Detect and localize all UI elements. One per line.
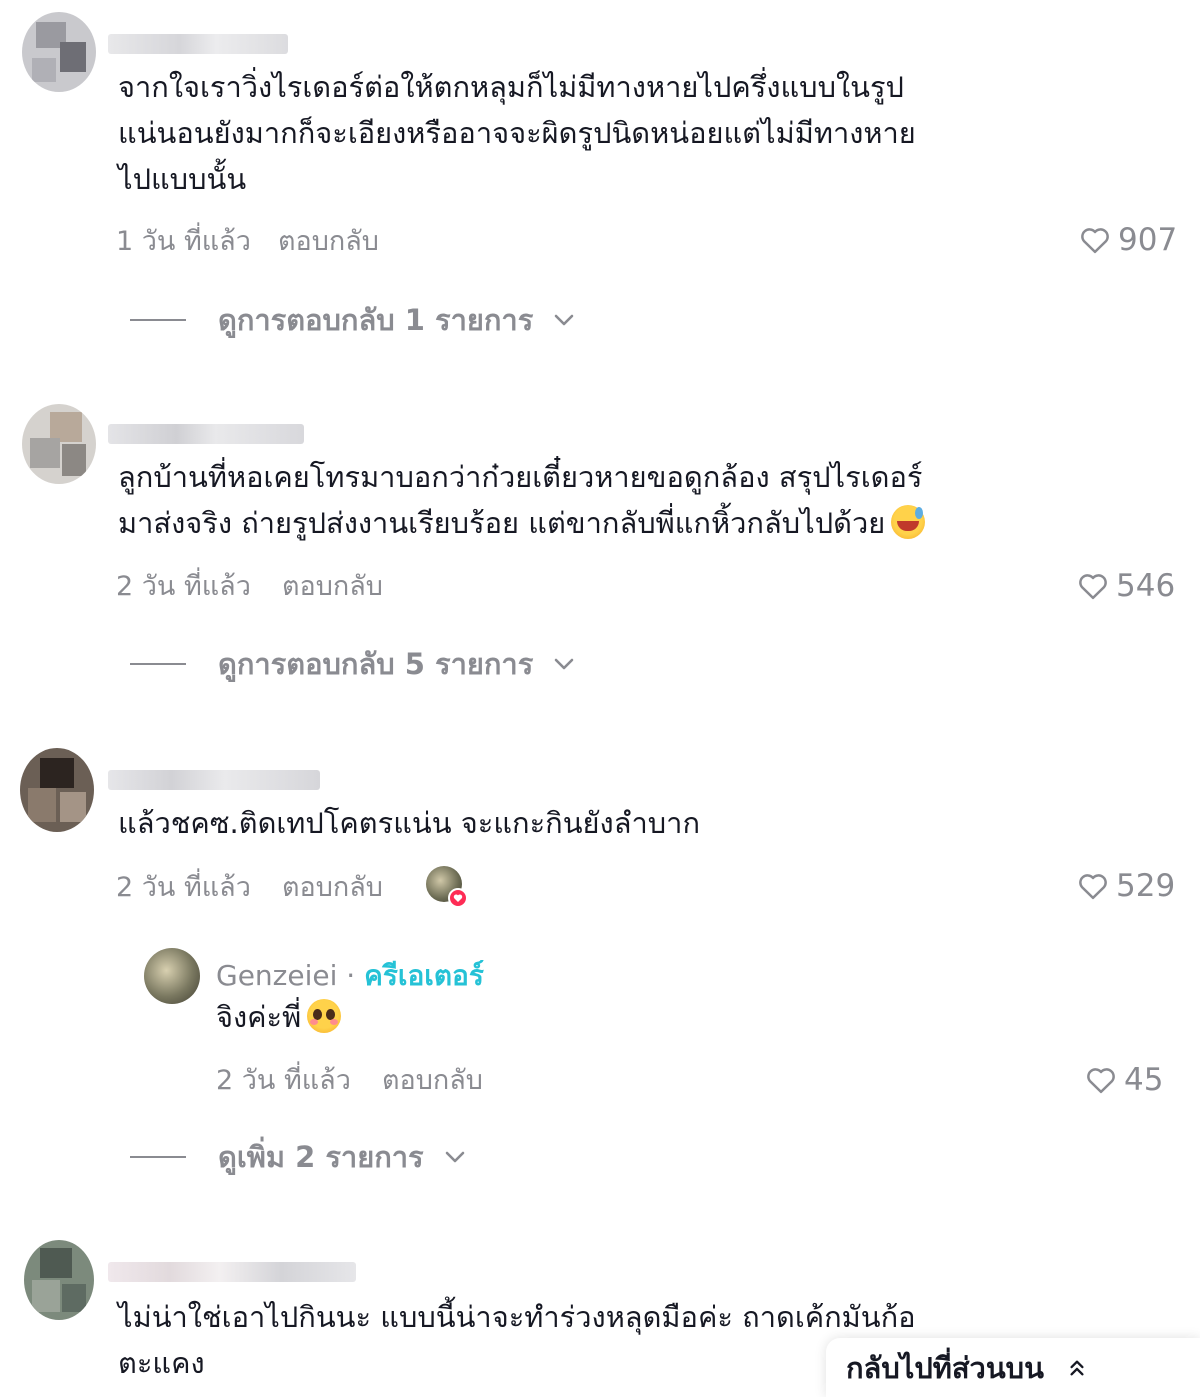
heart-outline-icon (1079, 574, 1107, 600)
comment-text-line: แน่นอนยังมากก็จะเอียงหรืออาจจะผิดรูปนิดห… (118, 116, 916, 150)
comment-text-line: ลูกบ้านที่หอเคยโทรมาบอกว่าก๋วยเตี๋ยวหายข… (118, 460, 923, 494)
pleading-face-emoji-icon (307, 999, 342, 1033)
avatar[interactable] (22, 12, 96, 92)
reply-text-span: จิงค่ะพี่ (216, 1000, 302, 1034)
like-button[interactable]: 45 (1086, 1062, 1163, 1098)
divider-line (130, 1156, 186, 1158)
view-more-button[interactable]: ดูเพิ่ม 2 รายการ (130, 1134, 466, 1180)
reply-button[interactable]: ตอบกลับ (382, 1058, 483, 1101)
view-replies-button[interactable]: ดูการตอบกลับ 5 รายการ (130, 641, 575, 687)
heart-outline-icon (1079, 874, 1107, 900)
chevron-down-icon (554, 658, 574, 670)
like-count: 45 (1124, 1062, 1164, 1098)
comment-text-span: มาส่งจริง ถ่ายรูปส่งงานเรียบร้อย แต่ขากล… (118, 506, 886, 540)
username-blurred[interactable] (108, 34, 288, 54)
creator-liked-avatar (426, 866, 468, 908)
comment-text-line: ไม่น่าใช่เอาไปกินนะ แบบนี้น่าจะทำร่วงหลุ… (118, 1300, 916, 1334)
view-replies-label: ดูการตอบกลับ 5 รายการ (218, 647, 534, 681)
comment-text-line: แล้วชคซ.ติดเทปโคตรแน่น จะแกะกินยังลำบาก (118, 806, 701, 840)
username-blurred[interactable] (108, 424, 304, 444)
back-to-top-label: กลับไปที่ส่วนบน (846, 1350, 1044, 1385)
comment-timestamp: 2 วัน ที่แล้ว (116, 571, 251, 602)
reply-button[interactable]: ตอบกลับ (282, 564, 383, 607)
username-blurred[interactable] (108, 1262, 356, 1282)
reply-timestamp: 2 วัน ที่แล้ว (216, 1065, 351, 1096)
comment-text-line: ไปแบบนั้น (118, 162, 247, 196)
comment-timestamp: 2 วัน ที่แล้ว (116, 872, 251, 903)
view-replies-button[interactable]: ดูการตอบกลับ 1 รายการ (130, 297, 575, 343)
like-button[interactable]: 907 (1080, 222, 1177, 258)
like-button[interactable]: 529 (1078, 868, 1175, 904)
view-more-label: ดูเพิ่ม 2 รายการ (218, 1140, 424, 1174)
creator-avatar[interactable] (144, 948, 200, 1004)
creator-name-row: Genzeiei · ครีเอเตอร์ (216, 954, 484, 998)
name-separator: · (346, 959, 356, 992)
avatar[interactable] (20, 748, 94, 832)
double-chevron-up-icon (1070, 1360, 1084, 1375)
creator-name[interactable]: Genzeiei (216, 959, 337, 992)
divider-line (130, 663, 186, 665)
like-count: 546 (1116, 568, 1176, 604)
heart-outline-icon (1087, 1068, 1115, 1094)
avatar[interactable] (24, 1240, 94, 1320)
heart-outline-icon (1081, 228, 1109, 254)
reply-text: จิงค่ะพี่ (216, 994, 342, 1040)
chevron-down-icon (554, 314, 574, 326)
heart-badge-icon (448, 888, 468, 908)
like-count: 907 (1118, 222, 1178, 258)
reply-button[interactable]: ตอบกลับ (278, 219, 379, 262)
creator-badge: ครีเอเตอร์ (364, 959, 484, 992)
reply-button[interactable]: ตอบกลับ (282, 865, 383, 908)
comment-text-line: มาส่งจริง ถ่ายรูปส่งงานเรียบร้อย แต่ขากล… (118, 500, 926, 546)
view-replies-label: ดูการตอบกลับ 1 รายการ (218, 303, 534, 337)
comment-text-line: ตะแคง (118, 1346, 205, 1380)
back-to-top-button[interactable]: กลับไปที่ส่วนบน (826, 1338, 1200, 1397)
chevron-down-icon (445, 1151, 464, 1163)
divider-line (130, 319, 186, 321)
username-blurred[interactable] (108, 770, 320, 790)
sweat-smile-emoji-icon (891, 505, 926, 539)
comment-timestamp: 1 วัน ที่แล้ว (116, 226, 251, 257)
like-count: 529 (1116, 868, 1176, 904)
like-button[interactable]: 546 (1078, 568, 1175, 604)
comment-text-line: จากใจเราวิ่งไรเดอร์ต่อให้ตกหลุมก็ไม่มีทา… (118, 70, 904, 104)
avatar[interactable] (22, 404, 96, 484)
